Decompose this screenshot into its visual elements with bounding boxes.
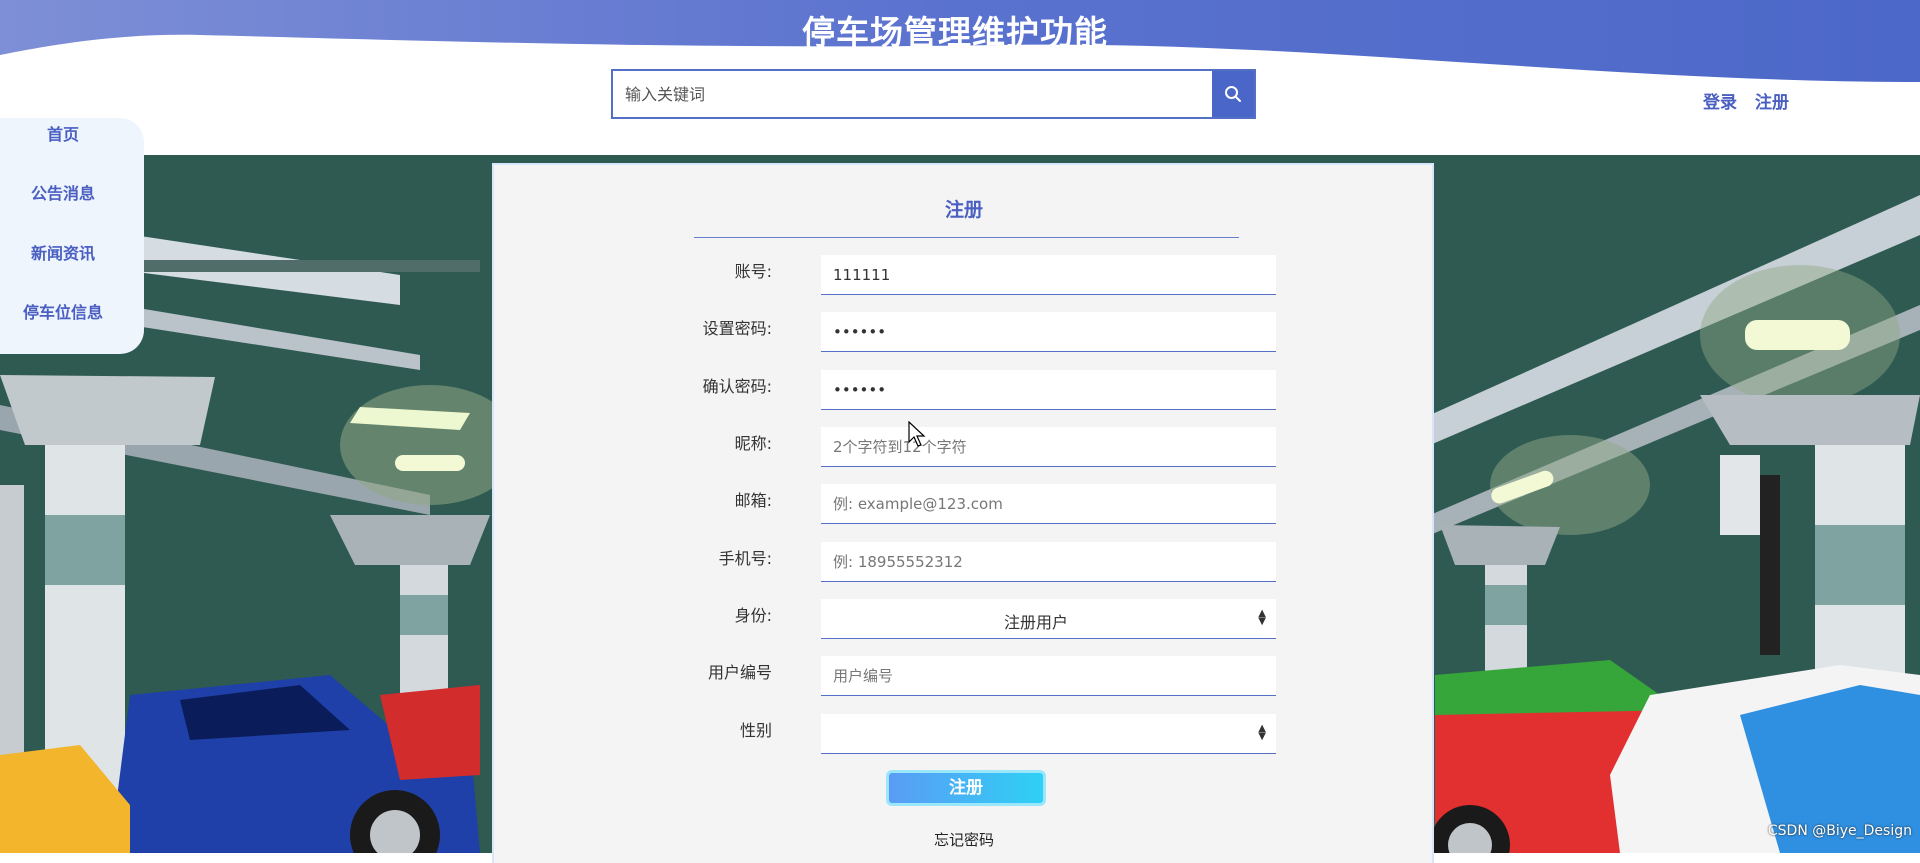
register-link[interactable]: 注册 <box>1755 88 1789 113</box>
field-account: 账号: <box>494 255 1434 297</box>
search-icon <box>1225 86 1241 102</box>
phone-input[interactable] <box>821 542 1276 582</box>
search-button[interactable] <box>1212 71 1254 117</box>
login-link[interactable]: 登录 <box>1703 88 1737 113</box>
password-label: 设置密码: <box>702 319 772 338</box>
select-arrows-icon: ▲ ▼ <box>1258 723 1266 742</box>
select-arrows-icon: ▲ ▼ <box>1258 608 1266 627</box>
search-bar <box>611 69 1256 119</box>
sidebar-item-parking-spaces[interactable]: 停车位信息 <box>0 299 126 323</box>
field-phone: 手机号: <box>494 542 1434 584</box>
confirm-password-input[interactable] <box>821 370 1276 410</box>
phone-label: 手机号: <box>718 549 772 568</box>
role-label: 身份: <box>734 606 772 625</box>
role-select[interactable]: 注册用户 ▲ ▼ <box>821 599 1276 639</box>
confirm-password-label: 确认密码: <box>702 377 772 396</box>
password-input[interactable] <box>821 312 1276 352</box>
field-user-number: 用户编号 <box>494 656 1434 698</box>
nickname-label: 昵称: <box>734 434 772 453</box>
user-number-label: 用户编号 <box>707 663 772 682</box>
site-header: 停车场管理维护功能 登录 注册 <box>0 0 1920 155</box>
email-label: 邮箱: <box>734 491 772 510</box>
sidebar-item-home[interactable]: 首页 <box>0 121 126 145</box>
gender-label: 性别 <box>739 721 772 740</box>
field-gender: 性别 ▲ ▼ <box>494 714 1434 756</box>
field-role: 身份: 注册用户 ▲ ▼ <box>494 599 1434 641</box>
site-title: 停车场管理维护功能 <box>802 13 1108 52</box>
field-password: 设置密码: <box>494 312 1434 354</box>
sidebar-nav: 首页 公告消息 新闻资讯 停车位信息 <box>0 118 144 354</box>
email-input[interactable] <box>821 484 1276 524</box>
account-input[interactable] <box>821 255 1276 295</box>
watermark: CSDN @Biye_Design <box>1767 823 1912 839</box>
role-select-value: 注册用户 <box>1003 613 1068 632</box>
search-input[interactable] <box>613 71 1212 117</box>
sidebar-item-announcements[interactable]: 公告消息 <box>0 180 126 204</box>
register-title: 注册 <box>944 199 983 221</box>
register-submit-button[interactable]: 注册 <box>886 770 1046 806</box>
user-number-input[interactable] <box>821 656 1276 696</box>
gender-select[interactable]: ▲ ▼ <box>821 714 1276 754</box>
title-divider <box>694 237 1239 238</box>
field-confirm-password: 确认密码: <box>494 370 1434 412</box>
register-panel: 注册 账号: 设置密码: 确认密码: 昵称: 邮箱: 手机号: 身份: 注册用户… <box>492 163 1434 863</box>
field-email: 邮箱: <box>494 484 1434 526</box>
auth-links: 登录 注册 <box>1703 88 1789 113</box>
account-label: 账号: <box>734 262 772 281</box>
nickname-input[interactable] <box>821 427 1276 467</box>
sidebar-item-news[interactable]: 新闻资讯 <box>0 240 126 264</box>
field-nickname: 昵称: <box>494 427 1434 469</box>
forgot-password-link[interactable]: 忘记密码 <box>494 829 1434 850</box>
mouse-cursor-icon <box>908 421 926 447</box>
